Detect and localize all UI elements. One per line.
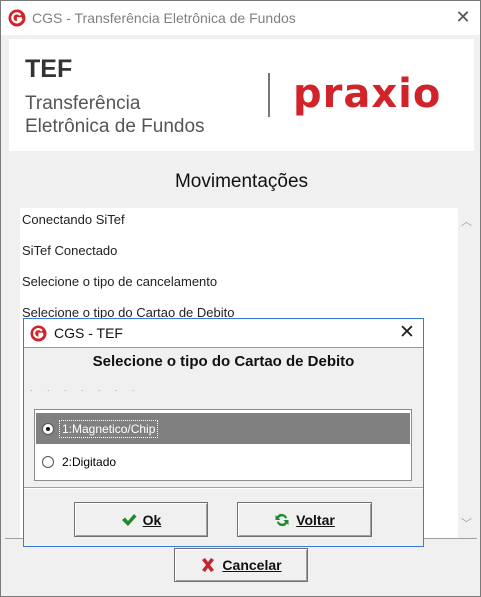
cgs-logo-icon bbox=[30, 325, 47, 342]
radio-button[interactable] bbox=[42, 455, 54, 468]
close-icon[interactable]: ✕ bbox=[396, 321, 418, 345]
ok-button[interactable]: Ok bbox=[74, 502, 208, 537]
cgs-logo-icon bbox=[8, 9, 26, 27]
checkmark-icon bbox=[121, 513, 137, 526]
tef-subtitle-line1: Transferência bbox=[25, 93, 141, 114]
dialog-title-bar: CGS - TEF ✕ bbox=[24, 319, 423, 347]
list-item: Conectando SiTef bbox=[22, 212, 125, 227]
option-magnetico-chip[interactable]: 1:Magnetico/Chip bbox=[36, 413, 410, 444]
option-label: 2:Digitado bbox=[62, 454, 117, 469]
option-label: 1:Magnetico/Chip bbox=[58, 419, 159, 438]
divider-highlight bbox=[24, 488, 423, 489]
banner-divider bbox=[268, 73, 270, 117]
back-button[interactable]: Voltar bbox=[237, 502, 372, 537]
back-button-label: Voltar bbox=[296, 511, 335, 528]
radio-button-selected[interactable] bbox=[42, 422, 54, 435]
x-icon bbox=[202, 558, 215, 572]
refresh-icon bbox=[275, 513, 289, 526]
tef-subtitle-line2: Eletrônica de Fundos bbox=[25, 116, 205, 137]
svg-text:praxio: praxio bbox=[293, 71, 441, 117]
list-item: Selecione o tipo de cancelamento bbox=[22, 274, 218, 289]
scroll-up-arrow-icon[interactable]: ︿ bbox=[458, 214, 475, 231]
progress-dots: . . . . . . . bbox=[30, 383, 141, 393]
cancel-button-label: Cancelar bbox=[222, 557, 282, 573]
tef-banner: TEF Transferência Eletrônica de Fundos p… bbox=[9, 39, 474, 151]
dialog-body: Selecione o tipo do Cartao de Debito . .… bbox=[24, 347, 423, 546]
tef-heading: TEF bbox=[25, 55, 73, 83]
cancel-button[interactable]: Cancelar bbox=[174, 548, 308, 582]
movements-title: Movimentações bbox=[174, 171, 309, 192]
movements-scrollbar[interactable]: ︿ ﹀ bbox=[458, 208, 475, 538]
option-digitado[interactable]: 2:Digitado bbox=[36, 446, 410, 477]
dialog-title: CGS - TEF bbox=[54, 325, 123, 341]
ok-button-label: Ok bbox=[142, 511, 162, 528]
title-bar: CGS - Transferência Eletrônica de Fundos… bbox=[1, 1, 480, 35]
list-item: SiTef Conectado bbox=[22, 243, 118, 258]
card-type-options: 1:Magnetico/Chip 2:Digitado bbox=[34, 409, 412, 481]
scroll-down-arrow-icon[interactable]: ﹀ bbox=[458, 516, 475, 533]
dialog-heading: Selecione o tipo do Cartao de Debito bbox=[92, 353, 355, 370]
close-icon[interactable]: ✕ bbox=[453, 6, 473, 28]
praxio-logo: praxio bbox=[293, 71, 441, 117]
card-type-dialog: CGS - TEF ✕ Selecione o tipo do Cartao d… bbox=[23, 318, 424, 547]
window-title: CGS - Transferência Eletrônica de Fundos bbox=[32, 10, 296, 26]
